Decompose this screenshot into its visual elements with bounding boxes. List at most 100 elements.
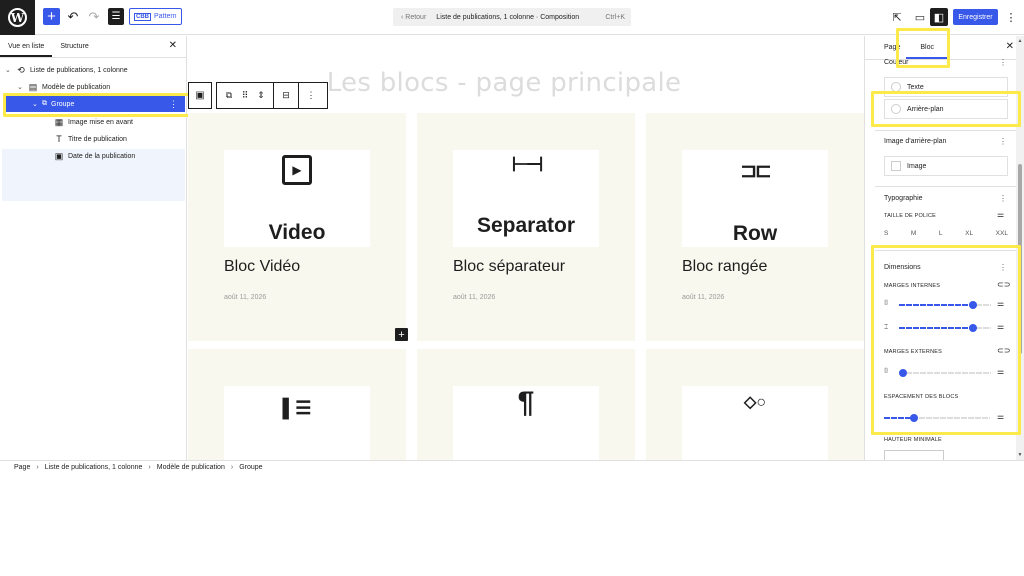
font-size-option[interactable]: M [911,230,916,237]
scrollbar-thumb[interactable] [1018,164,1022,354]
featured-image[interactable]: ⊐⊏ Row [682,150,828,247]
pattern-badge-label: Pattern [154,13,177,20]
block-inserter-button[interactable]: + [395,328,408,341]
featured-image[interactable]: ◇○ [682,386,828,460]
link-sides-icon[interactable]: ⊂⊃ [997,346,1010,355]
list-item[interactable]: ▣ Date de la publication [54,148,136,164]
post-card[interactable]: ⊐⊏ Row Bloc rangée août 11, 2026 [646,113,864,341]
featured-image[interactable]: ▌☰ [224,386,370,460]
settings-adjust-icon[interactable]: ⚌ [997,210,1004,219]
horizontal-sides-icon: ⌶ [884,324,889,331]
text-color-label: Texte [907,83,924,91]
block-options-icon[interactable]: ⋮ [303,90,319,101]
query-loop-icon: ⟲ [17,64,25,75]
tab-outline[interactable]: Structure [52,36,96,57]
post-title[interactable]: Bloc séparateur [453,258,565,276]
breadcrumb-item[interactable]: Modèle de publication [157,464,225,471]
paragraph-icon: ¶ [517,386,535,419]
options-menu-icon[interactable]: ⋮ [1006,9,1017,25]
command-bar[interactable]: ‹ Retour Liste de publications, 1 colonn… [393,8,631,26]
vertical-sides-icon: ⌷ [884,368,889,375]
list-item[interactable]: ⌄ ▤ Modèle de publication [17,79,110,95]
breadcrumb-item[interactable]: Groupe [239,464,262,471]
color-swatch-icon [891,82,901,92]
font-size-picker[interactable]: S M L XL XXL [884,230,1008,237]
settings-adjust-icon[interactable]: ⚌ [997,299,1004,308]
device-preview-icon[interactable]: ▭ [912,9,928,25]
chevron-down-icon[interactable]: ⌄ [32,100,38,108]
settings-toggle-icon[interactable]: ◧ [930,8,948,26]
featured-image[interactable]: ¶ [453,386,599,460]
featured-image[interactable]: ▶ Video [224,150,370,247]
min-height-input[interactable] [884,450,944,460]
image-placeholder-icon [891,161,901,171]
close-icon[interactable]: ✕ [169,40,177,51]
font-size-option[interactable]: XXL [996,230,1008,237]
chevron-right-icon: › [36,464,39,471]
scroll-up-icon[interactable]: ▲ [1016,38,1024,44]
document-overview-button[interactable]: ☰ [108,8,124,25]
kebab-menu-icon[interactable]: ⋮ [999,137,1007,146]
post-date[interactable]: août 11, 2026 [453,294,495,301]
add-block-button[interactable]: + [43,8,60,25]
link-sides-icon[interactable]: ⊂⊃ [997,280,1010,289]
block-transform-icon[interactable]: ⧉ [221,90,237,101]
list-item-label: Modèle de publication [42,83,111,91]
text-color-button[interactable]: Texte [884,77,1008,97]
post-card[interactable]: ¶ [417,349,635,460]
block-spacing-slider[interactable] [884,414,990,422]
tab-block[interactable]: Bloc [906,36,948,59]
post-card[interactable]: ▌☰ [188,349,406,460]
settings-adjust-icon[interactable]: ⚌ [997,367,1004,376]
kebab-menu-icon[interactable]: ⋮ [169,99,178,110]
post-title[interactable]: Bloc Vidéo [224,258,300,276]
font-size-option[interactable]: XL [965,230,973,237]
settings-adjust-icon[interactable]: ⚌ [997,412,1004,421]
padding-vertical-slider[interactable] [899,301,991,309]
move-up-down-icon[interactable]: ⇕ [253,90,269,101]
list-item[interactable]: ⌄ ⟲ Liste de publications, 1 colonne [5,62,128,78]
redo-icon[interactable]: ↷ [87,8,101,26]
undo-icon[interactable]: ↶ [66,8,80,26]
save-button[interactable]: Enregistrer [953,9,998,25]
select-parent-button[interactable]: ▣ [188,82,212,109]
thumb-label: Video [268,221,326,244]
font-size-option[interactable]: S [884,230,888,237]
background-color-button[interactable]: Arrière-plan [884,99,1008,119]
padding-horizontal-slider[interactable] [899,324,991,332]
kebab-menu-icon[interactable]: ⋮ [999,263,1007,272]
kebab-menu-icon[interactable]: ⋮ [999,194,1007,203]
list-item-selected[interactable]: ⌄ ⧉ Groupe ⋮ [6,96,185,112]
close-icon[interactable]: ✕ [1006,41,1014,52]
scroll-down-icon[interactable]: ▼ [1016,452,1024,458]
list-item-label: Image mise en avant [68,118,133,126]
post-card[interactable]: ⊢⊣ Separator Bloc séparateur août 11, 20… [417,113,635,341]
font-size-option[interactable]: L [939,230,943,237]
kebab-menu-icon[interactable]: ⋮ [999,58,1007,67]
list-item[interactable]: T Titre de publication [54,131,127,147]
list-item[interactable]: ▦ Image mise en avant [54,114,133,130]
post-card[interactable]: ▶ Video Bloc Vidéo août 11, 2026 [188,113,406,341]
featured-image[interactable]: ⊢⊣ Separator [453,150,599,247]
background-image-button[interactable]: Image [884,156,1008,176]
tab-page[interactable]: Page [865,36,906,59]
dimensions-section-title: Dimensions [884,264,921,271]
pattern-badge[interactable]: CBB Pattern [129,8,182,25]
margin-vertical-slider[interactable] [899,369,991,377]
settings-adjust-icon[interactable]: ⚌ [997,322,1004,331]
breadcrumb-item[interactable]: Page [14,464,30,471]
wordpress-logo-button[interactable]: W [0,0,35,35]
breadcrumb-item[interactable]: Liste de publications, 1 colonne [45,464,143,471]
back-link[interactable]: ‹ Retour [401,14,426,21]
chevron-down-icon[interactable]: ⌄ [5,66,12,74]
post-title[interactable]: Bloc rangée [682,258,767,276]
post-date[interactable]: août 11, 2026 [224,294,266,301]
tab-list-view[interactable]: Vue en liste [0,36,53,57]
align-icon[interactable]: ⊟ [278,90,294,101]
chevron-down-icon[interactable]: ⌄ [17,83,24,91]
drag-handle-icon[interactable]: ⠿ [237,90,253,101]
post-date[interactable]: août 11, 2026 [682,294,724,301]
view-external-icon[interactable]: ⇱ [889,9,905,25]
post-card[interactable]: ◇○ [646,349,864,460]
settings-scrollbar[interactable]: ▲ ▼ [1016,36,1024,460]
